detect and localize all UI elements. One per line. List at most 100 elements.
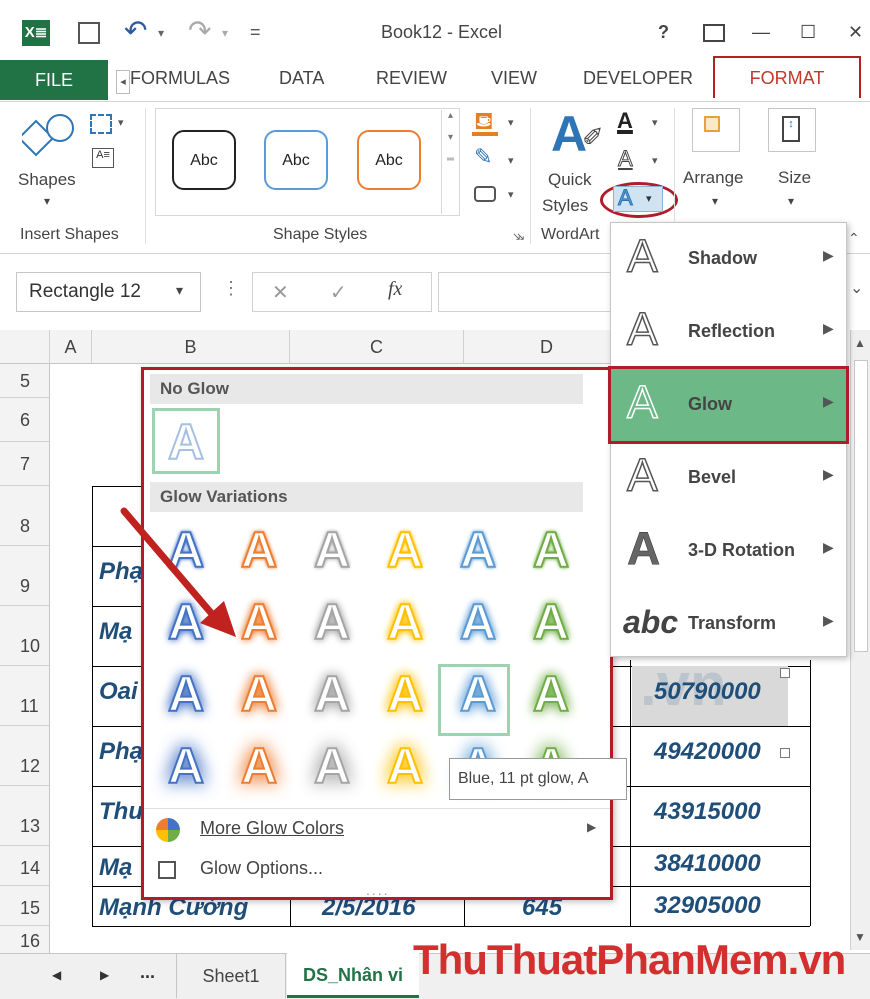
column-header[interactable]: D [464, 330, 630, 364]
ribbon-display-options-icon[interactable] [703, 24, 725, 42]
customize-qat-icon[interactable]: = [250, 22, 261, 43]
cell-name[interactable]: Mạ [99, 854, 132, 882]
row-header[interactable]: 5 [0, 364, 50, 398]
menu-item-3d-rotation[interactable]: A 3-D Rotation ▶ [611, 515, 846, 587]
menu-item-glow[interactable]: A Glow ▶ [611, 369, 846, 441]
cell-value[interactable]: 32905000 [654, 892, 761, 920]
column-header[interactable]: A [50, 330, 92, 364]
undo-dropdown-icon[interactable]: ▾ [158, 26, 164, 40]
save-icon[interactable] [78, 22, 100, 44]
cell-name[interactable]: Oai [99, 678, 138, 706]
name-box[interactable]: Rectangle 12 [16, 272, 201, 312]
expand-formula-bar-icon[interactable]: ⌄ [850, 278, 863, 298]
menu-item-reflection[interactable]: A Reflection ▶ [611, 296, 846, 368]
text-fill-dropdown-icon[interactable]: ▾ [652, 116, 658, 129]
row-header[interactable]: 9 [0, 546, 50, 606]
tab-format[interactable]: FORMAT [713, 56, 861, 98]
glow-variation-option[interactable]: A [521, 664, 581, 724]
tab-formulas[interactable]: FORMULAS [130, 68, 230, 89]
cell-value[interactable]: 38410000 [654, 850, 761, 878]
gallery-scrollbar[interactable]: ▴ ▾ ═ [441, 110, 459, 214]
glow-options-item[interactable]: Glow Options... [200, 858, 323, 879]
glow-variation-option[interactable]: A [521, 592, 581, 652]
edit-shape-dropdown-icon[interactable]: ▾ [118, 116, 124, 129]
glow-variation-option[interactable]: A [156, 664, 216, 724]
sheet-tab[interactable]: Sheet1 [176, 954, 286, 998]
cell-value[interactable]: 50790000 [654, 678, 761, 706]
glow-variation-option[interactable]: A [521, 520, 581, 580]
shape-style-black[interactable]: Abc [172, 130, 236, 190]
row-header[interactable]: 10 [0, 606, 50, 666]
collapse-ribbon-icon[interactable]: ⌃ [848, 230, 860, 247]
tab-view[interactable]: VIEW [491, 68, 537, 89]
column-header[interactable]: C [290, 330, 464, 364]
shapes-dropdown-icon[interactable]: ▾ [44, 194, 50, 208]
text-outline-dropdown-icon[interactable]: ▾ [652, 154, 658, 167]
text-effects-icon[interactable]: A [618, 185, 634, 211]
shape-style-blue[interactable]: Abc [264, 130, 328, 190]
glow-variation-option[interactable]: A [448, 520, 508, 580]
resize-grip-icon[interactable]: .... [366, 882, 390, 898]
glow-variation-option[interactable]: A [229, 736, 289, 796]
shape-effects-icon[interactable] [474, 186, 496, 202]
shape-effects-dropdown-icon[interactable]: ▾ [508, 188, 514, 201]
glow-variation-option[interactable]: A [302, 736, 362, 796]
tab-developer[interactable]: DEVELOPER [583, 68, 693, 89]
insert-function-icon[interactable]: fx [388, 278, 402, 301]
row-header[interactable]: 14 [0, 846, 50, 886]
tab-review[interactable]: REVIEW [376, 68, 447, 89]
text-outline-icon[interactable]: A [618, 146, 634, 172]
shape-style-orange[interactable]: Abc [357, 130, 421, 190]
help-button[interactable]: ? [658, 22, 669, 43]
formula-input[interactable] [438, 272, 638, 312]
quick-styles-label-2[interactable]: Styles [542, 196, 588, 216]
shape-outline-dropdown-icon[interactable]: ▾ [508, 154, 514, 167]
shapes-icon[interactable] [22, 110, 76, 160]
quick-styles-label[interactable]: Quick [548, 170, 591, 190]
glow-variation-option[interactable]: A [375, 592, 435, 652]
scroll-up-icon[interactable]: ▲ [854, 336, 866, 350]
tab-scroll-left-icon[interactable]: ◂ [116, 70, 130, 94]
glow-variation-option[interactable]: A [302, 664, 362, 724]
redo-icon[interactable]: ↷ [188, 14, 211, 47]
size-dropdown-icon[interactable]: ▾ [788, 194, 794, 208]
wordart-launcher-icon[interactable]: ↘ [516, 230, 525, 243]
vertical-scrollbar[interactable]: ▲ ▼ [850, 330, 870, 950]
text-fill-icon[interactable]: A [617, 108, 633, 134]
glow-variation-option[interactable]: A [448, 592, 508, 652]
row-header[interactable]: 13 [0, 786, 50, 846]
row-header[interactable]: 15 [0, 886, 50, 926]
enter-icon[interactable]: ✓ [330, 280, 347, 305]
name-box-dropdown-icon[interactable]: ▾ [176, 282, 183, 299]
select-all-corner[interactable] [0, 330, 50, 364]
text-box-icon[interactable]: A≡ [92, 148, 114, 168]
tab-file[interactable]: FILE [0, 60, 108, 100]
text-effects-dropdown-icon[interactable]: ▾ [646, 192, 652, 205]
maximize-button[interactable]: ☐ [800, 22, 816, 43]
edit-shape-icon[interactable] [90, 114, 112, 134]
menu-item-transform[interactable]: abc Transform ▶ [611, 588, 846, 660]
menu-item-shadow[interactable]: A Shadow ▶ [611, 223, 846, 295]
shape-outline-icon[interactable]: ✎ [474, 144, 492, 170]
glow-variation-option[interactable]: A [229, 664, 289, 724]
glow-variation-option[interactable]: A [375, 736, 435, 796]
close-button[interactable]: ✕ [848, 22, 863, 43]
more-glow-colors-item[interactable]: More Glow Colors [200, 818, 344, 839]
row-header[interactable]: 7 [0, 442, 50, 486]
active-sheet-tab[interactable]: DS_Nhân vi [287, 953, 419, 998]
next-sheet-icon[interactable]: ▶ [100, 968, 109, 982]
row-header[interactable]: 8 [0, 486, 50, 546]
undo-icon[interactable]: ↶ [124, 14, 147, 47]
scroll-down-icon[interactable]: ▼ [854, 930, 866, 944]
menu-item-bevel[interactable]: A Bevel ▶ [611, 442, 846, 514]
glow-variation-option[interactable]: A [302, 520, 362, 580]
glow-variation-option[interactable]: A [375, 520, 435, 580]
prev-sheet-icon[interactable]: ◀ [52, 968, 61, 982]
tab-data[interactable]: DATA [279, 68, 324, 89]
size-label[interactable]: Size [778, 168, 811, 188]
shapes-label[interactable]: Shapes [18, 170, 76, 190]
row-header[interactable]: 16 [0, 926, 50, 956]
scroll-thumb[interactable] [854, 360, 868, 652]
row-header[interactable]: 11 [0, 666, 50, 726]
glow-variation-option[interactable]: A [302, 592, 362, 652]
